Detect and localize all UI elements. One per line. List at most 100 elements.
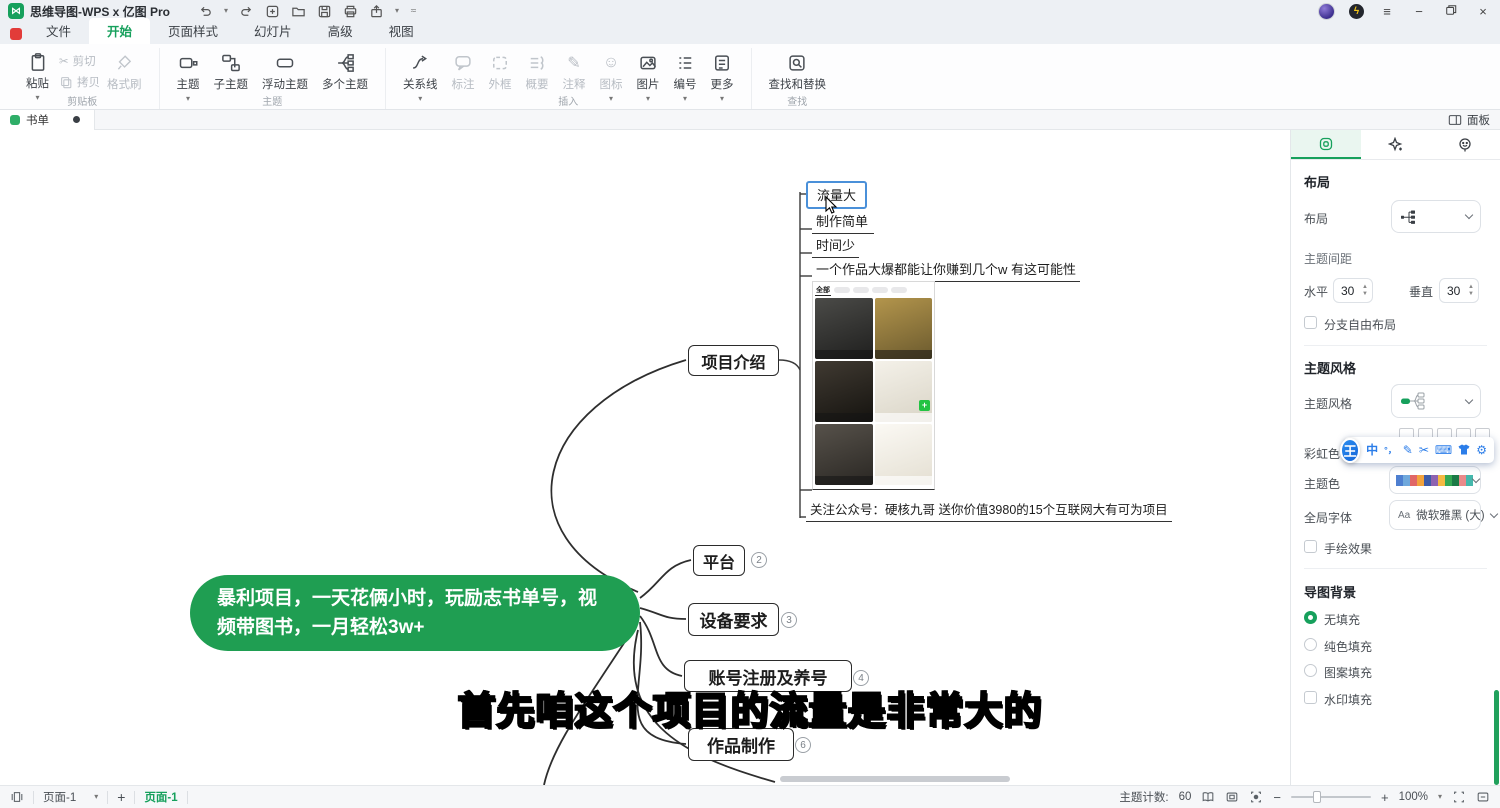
theme-color-label: 主题色 [1304,475,1340,492]
panel-tab-sticker[interactable] [1430,130,1500,159]
undo-caret-icon[interactable]: ▾ [224,7,228,15]
user-avatar[interactable] [1318,3,1335,20]
ime-toolbar[interactable]: 王 中 °， ✎ ✂ ⌨ ⚙ [1344,437,1494,463]
undo-icon[interactable] [198,4,213,19]
hand-drawn-label: 手绘效果 [1324,540,1372,557]
subtopic-button[interactable]: 子主题 [207,50,256,95]
fit-page-icon[interactable] [1225,790,1239,804]
child-node-less-time[interactable]: 时间少 [812,234,859,258]
color-swatch [1459,475,1466,486]
restore-button[interactable] [1442,4,1460,19]
zoom-in-button[interactable]: + [1381,790,1389,805]
hamburger-menu-icon[interactable]: ≡ [1378,4,1396,19]
zoom-out-button[interactable]: − [1273,790,1281,805]
color-swatch [1445,475,1452,486]
video-subtitle: 首先咱这个项目的流量是非常大的 [415,680,1085,735]
active-page-tab[interactable]: 页面-1 [144,789,177,805]
callout-button: 标注 [445,50,482,95]
redo-icon[interactable] [239,4,254,19]
horizontal-scrollbar[interactable] [780,776,1010,782]
branch-node-device[interactable]: 设备要求 [688,603,779,636]
multi-topic-button[interactable]: 多个主题 [315,50,375,95]
mindmap-canvas[interactable]: 暴利项目，一天花俩小时，玩励志书单号，视频带图书，一月轻松3w+ 项目介绍 流量… [0,130,1290,785]
save-icon[interactable] [317,4,332,19]
ime-punctuation-toggle[interactable]: °， [1384,446,1397,455]
close-button[interactable]: × [1474,4,1492,19]
ime-pen-icon[interactable]: ✎ [1403,444,1413,456]
hand-drawn-checkbox[interactable] [1304,540,1317,553]
group-label-insert: 插入 [386,93,751,108]
print-icon[interactable] [343,4,358,19]
ime-skin-icon[interactable] [1458,444,1470,457]
branch-node-project-intro[interactable]: 项目介绍 [688,345,779,376]
focus-center-icon[interactable] [1249,790,1263,804]
zoom-slider[interactable] [1291,796,1371,798]
global-font-label: 全局字体 [1304,509,1352,526]
smiley-icon: ☺ [603,53,619,73]
floating-topic-button[interactable]: 浮动主题 [255,50,315,95]
layout-dropdown[interactable] [1391,200,1481,233]
panel-toggle-button[interactable]: 面板 [1438,112,1500,128]
menu-tab-home[interactable]: 开始 [89,18,150,44]
menu-tab-slides[interactable]: 幻灯片 [236,18,310,44]
ime-keyboard-icon[interactable]: ⌨ [1435,444,1452,456]
zoom-caret-icon[interactable]: ▾ [1438,793,1442,801]
vertical-spacing-stepper[interactable]: 30 ▲▼ [1439,278,1479,303]
bg-pattern-radio[interactable] [1304,664,1317,677]
reading-view-icon[interactable] [1201,790,1215,804]
new-document-icon[interactable] [265,4,280,19]
embedded-screenshot-node[interactable]: 全部 + [812,281,935,490]
open-folder-icon[interactable] [291,4,306,19]
free-branch-checkbox[interactable] [1304,316,1317,329]
theme-color-dropdown[interactable] [1389,466,1481,494]
fullscreen-icon[interactable] [1452,790,1466,804]
topic-count-label: 主题计数: [1119,789,1168,805]
bg-watermark-checkbox[interactable] [1304,691,1317,704]
zoom-slider-thumb[interactable] [1313,791,1321,803]
group-label-clipboard: 剪贴板 [6,93,159,108]
child-node-viral[interactable]: 一个作品大爆都能让你赚到几个w 有这可能性 [812,258,1080,282]
branch-node-platform[interactable]: 平台 [693,545,745,576]
menu-tab-view[interactable]: 视图 [371,18,432,44]
global-font-dropdown[interactable]: Aa 微软雅黑 (大) [1389,500,1481,530]
bg-solid-label: 纯色填充 [1324,638,1372,655]
share-caret-icon[interactable]: ▾ [395,7,399,15]
feed-tab-pill [853,287,869,293]
child-node-easy-make[interactable]: 制作简单 [812,210,874,234]
theme-style-dropdown[interactable] [1391,384,1481,418]
central-topic-node[interactable]: 暴利项目，一天花俩小时，玩励志书单号，视频带图书，一月轻松3w+ [190,575,640,651]
bg-none-radio[interactable] [1304,611,1317,624]
document-tab[interactable]: 书单 [0,110,95,130]
feed-thumbnail [875,298,933,359]
page-overview-icon[interactable] [10,790,24,804]
page-dropdown-caret-icon[interactable]: ▾ [94,793,98,801]
menu-tab-page-style[interactable]: 页面样式 [150,18,236,44]
minimize-button[interactable]: − [1410,4,1428,19]
frame-button: 外框 [482,50,519,95]
collapse-statusbar-icon[interactable] [1476,790,1490,804]
scissors-icon: ✂ [59,54,69,68]
font-aa-icon: Aa [1398,510,1410,521]
panel-scrollbar[interactable] [1494,690,1499,785]
chevron-down-icon [1472,474,1480,482]
ime-language-toggle[interactable]: 中 [1366,444,1378,456]
badge-device: 3 [781,612,797,628]
add-page-button[interactable]: + [117,789,125,805]
zoom-level[interactable]: 100% [1399,791,1428,803]
vip-badge-icon[interactable]: ϟ [1349,4,1364,19]
horizontal-spacing-stepper[interactable]: 30 ▲▼ [1333,278,1373,303]
panel-tab-ai[interactable] [1361,130,1431,159]
bg-solid-radio[interactable] [1304,638,1317,651]
menu-tab-file[interactable]: 文件 [28,18,89,44]
share-icon[interactable] [369,4,384,19]
ime-settings-gear-icon[interactable]: ⚙ [1476,444,1487,456]
find-replace-button[interactable]: 查找和替换 [762,50,834,95]
panel-tab-layout[interactable] [1291,130,1361,159]
customize-toolbar-icon[interactable]: ≂ [410,7,417,15]
ime-scissors-icon[interactable]: ✂ [1419,444,1429,456]
feed-tab-pill [872,287,888,293]
menu-tab-advanced[interactable]: 高级 [310,18,371,44]
page-dropdown[interactable]: 页面-1 [43,789,76,805]
ime-logo-icon[interactable]: 王 [1340,438,1360,463]
child-node-note[interactable]: 关注公众号：硬核九哥 送你价值3980的15个互联网大有可为项目 [806,498,1172,522]
